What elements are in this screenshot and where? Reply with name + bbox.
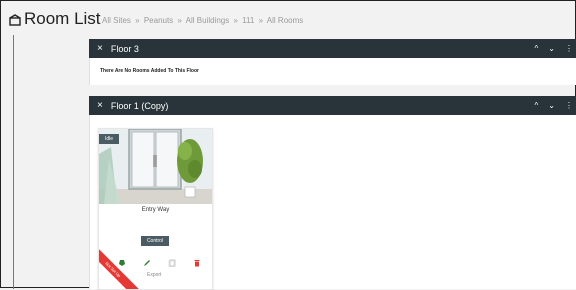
delete-icon[interactable] (193, 254, 201, 267)
copy-icon[interactable] (168, 254, 176, 268)
status-indicator-icon (118, 254, 126, 266)
close-icon[interactable]: × (97, 43, 103, 54)
floor-header-floor-3[interactable]: × Floor 3 ^ ⌄ ⋮ (89, 39, 576, 58)
edit-icon[interactable] (143, 254, 151, 266)
empty-floor-message: There Are No Rooms Added To This Floor (100, 68, 199, 74)
sidebar-divider (13, 35, 14, 289)
room-action-icons (118, 254, 201, 268)
more-icon[interactable]: ⋮ (565, 101, 573, 110)
floor-name: Floor 1 (Copy) (110, 100, 169, 111)
expand-icon[interactable]: ⌄ (548, 101, 555, 110)
building-icon (9, 13, 21, 26)
floor-name: Floor 3 (110, 43, 139, 54)
collapse-icon[interactable]: ^ (535, 44, 539, 53)
floor-actions: ^ ⌄ ⋮ (535, 101, 573, 110)
breadcrumb-separator: » (258, 16, 264, 25)
control-button[interactable]: Control (141, 236, 169, 246)
title-wrap: Room List (9, 10, 101, 27)
room-card[interactable]: Idle Entry Way Control Export Not Set Up (98, 128, 213, 290)
floor-panel-floor-3: There Are No Rooms Added To This Floor (89, 58, 576, 85)
room-name: Entry Way (141, 207, 170, 213)
export-link[interactable]: Export (147, 272, 161, 278)
expand-icon[interactable]: ⌄ (548, 44, 555, 53)
breadcrumb-all-sites[interactable]: All Sites (102, 16, 131, 25)
floor-header-floor-1-copy[interactable]: × Floor 1 (Copy) ^ ⌄ ⋮ (89, 96, 576, 115)
breadcrumb-all-buildings[interactable]: All Buildings (186, 16, 230, 25)
breadcrumb-site[interactable]: Peanuts (144, 16, 173, 25)
page-title: Room List (24, 9, 101, 28)
collapse-icon[interactable]: ^ (535, 101, 539, 110)
header: Room List All Sites » Peanuts » All Buil… (1, 1, 576, 35)
breadcrumb-building[interactable]: 111 (242, 16, 254, 25)
floor-actions: ^ ⌄ ⋮ (535, 44, 573, 53)
close-icon[interactable]: × (97, 100, 103, 111)
more-icon[interactable]: ⋮ (565, 44, 573, 53)
status-badge: Idle (99, 134, 120, 144)
breadcrumb-separator: » (233, 16, 238, 25)
breadcrumb-all-rooms[interactable]: All Rooms (267, 16, 303, 25)
breadcrumb-separator: » (177, 16, 182, 25)
breadcrumb-separator: » (135, 16, 140, 25)
breadcrumb: All Sites » Peanuts » All Buildings » 11… (102, 16, 303, 25)
